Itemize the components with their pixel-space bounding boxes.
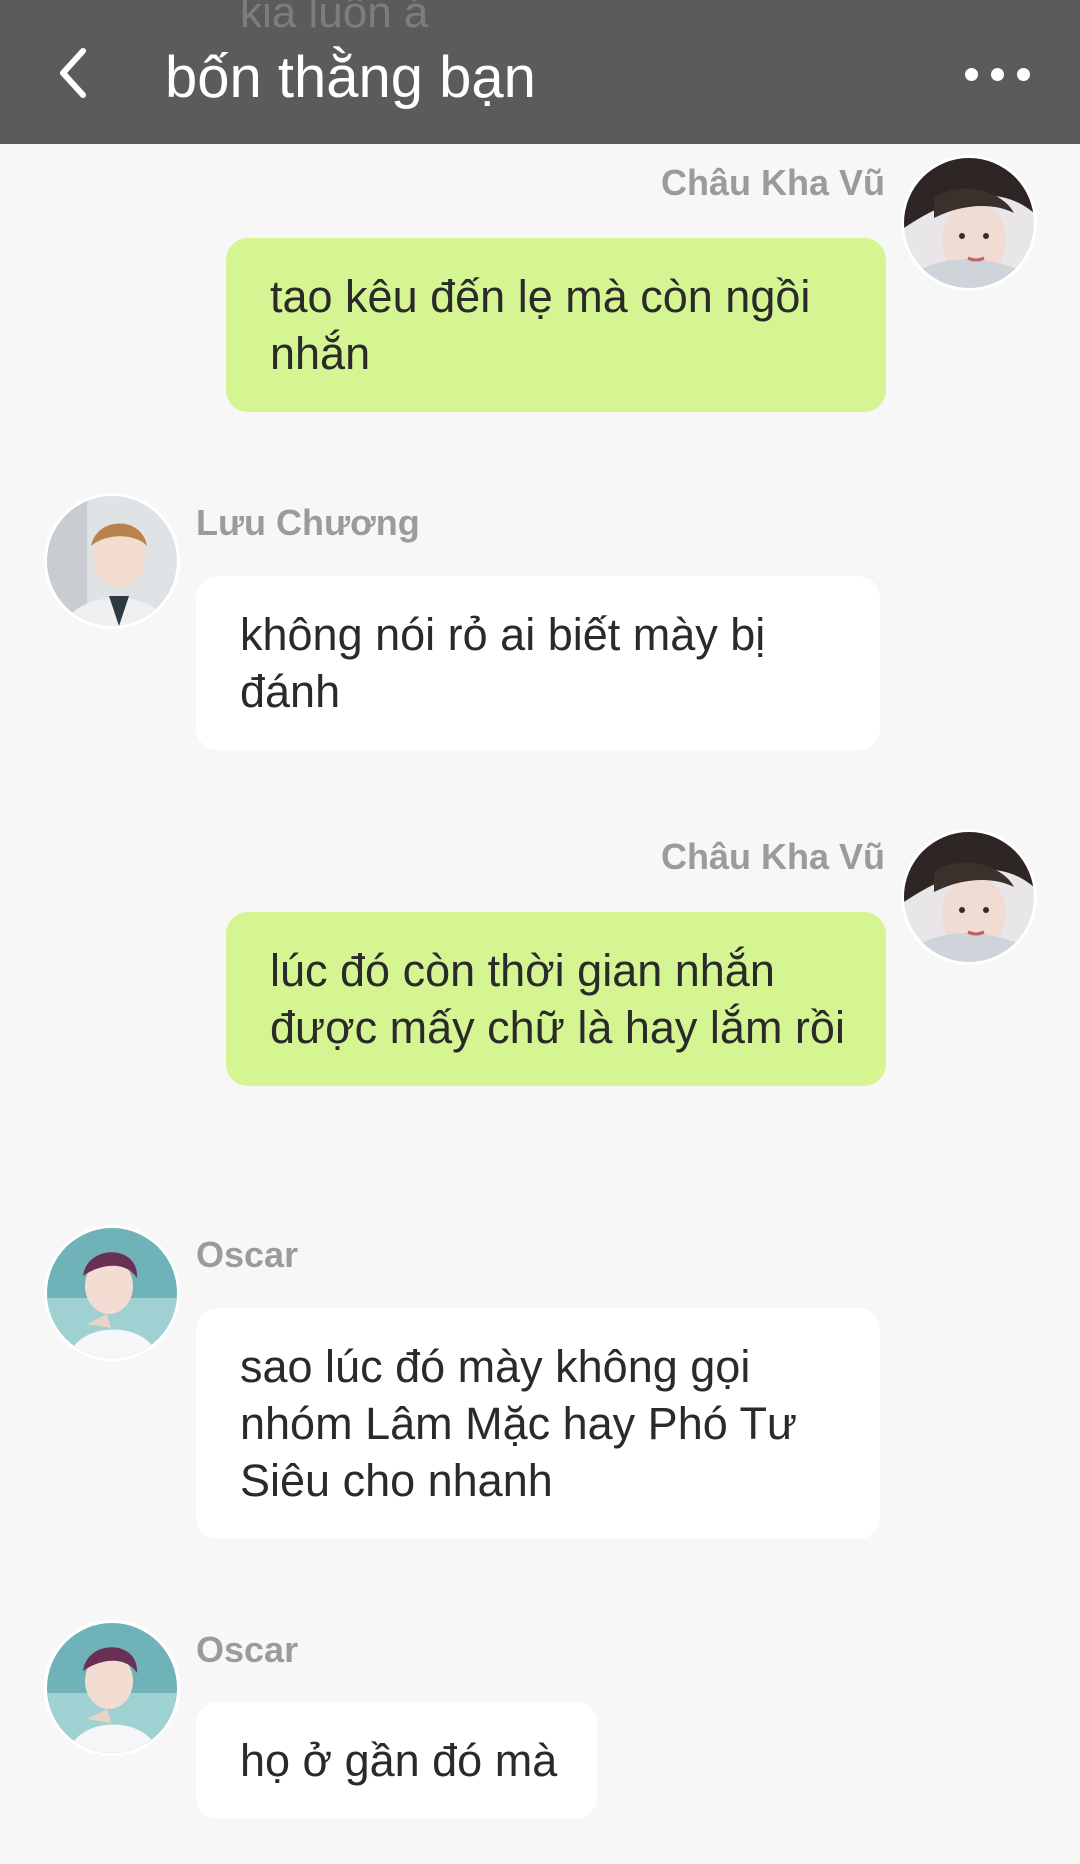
avatar-oscar[interactable] (47, 1623, 177, 1753)
sender-name: Lưu Chương (196, 502, 420, 543)
back-button[interactable] (36, 36, 110, 110)
message-bubble-incoming[interactable]: không nói rỏ ai biết mày bị đánh (196, 576, 880, 750)
message-bubble-incoming[interactable]: họ ở gần đó mà (196, 1702, 598, 1819)
avatar-chau-kha-vu[interactable] (904, 832, 1034, 962)
avatar-oscar[interactable] (47, 1228, 177, 1358)
avatar-chau-kha-vu[interactable] (904, 158, 1034, 288)
avatar-photo-icon (47, 1623, 177, 1753)
avatar-photo-icon (904, 832, 1034, 962)
avatar-luu-chuong[interactable] (47, 496, 177, 626)
avatar-photo-icon (904, 158, 1034, 288)
top-bar: kia luôn á bốn thằng bạn (0, 0, 1080, 144)
sender-name: Oscar (196, 1234, 299, 1275)
previous-message-peek: kia luôn á (240, 0, 429, 37)
avatar-photo-icon (47, 496, 177, 626)
sender-name: Châu Kha Vũ (660, 836, 885, 877)
sender-name: Châu Kha Vũ (660, 162, 885, 203)
chevron-left-icon (60, 48, 86, 98)
chat-title: bốn thằng bạn (165, 45, 536, 110)
avatar-photo-icon (47, 1228, 177, 1358)
more-options-button[interactable] (942, 46, 1052, 102)
message-bubble-outgoing[interactable]: lúc đó còn thời gian nhắn được mấy chữ l… (226, 912, 886, 1086)
more-dots-icon (964, 67, 978, 81)
message-list[interactable]: Châu Kha Vũ tao kêu đến lẹ mà còn ngồi n… (0, 144, 1080, 1864)
sender-name: Oscar (196, 1629, 299, 1670)
message-bubble-outgoing[interactable]: tao kêu đến lẹ mà còn ngồi nhắn (226, 238, 886, 412)
message-bubble-incoming[interactable]: sao lúc đó mày không gọi nhóm Lâm Mặc ha… (196, 1308, 880, 1539)
